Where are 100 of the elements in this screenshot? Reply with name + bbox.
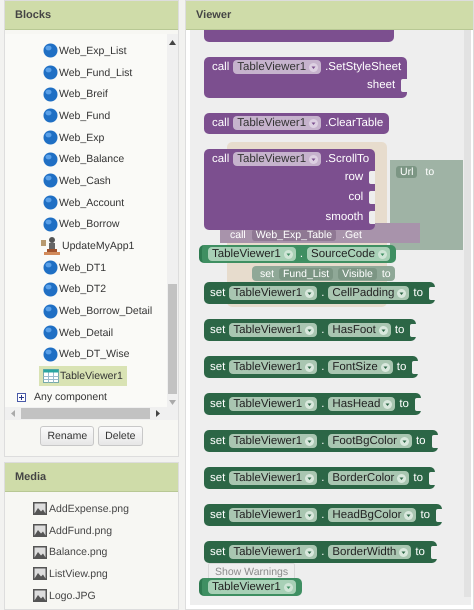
setter-block[interactable]: set TableViewer1 . CellPadding to	[204, 282, 435, 304]
scrollbar[interactable]	[167, 34, 178, 407]
input-socket[interactable]	[429, 286, 435, 300]
input-socket[interactable]	[436, 508, 442, 522]
scrollbar[interactable]	[464, 30, 471, 597]
tree-item[interactable]: Web_DT_Wise	[43, 344, 134, 364]
input-socket[interactable]	[410, 324, 416, 336]
separator-dot: .	[321, 398, 324, 410]
component-dropdown[interactable]: TableViewer1	[208, 580, 296, 594]
setter-block[interactable]: set TableViewer1 . FontSize to	[204, 356, 418, 378]
call-block[interactable]: call TableViewer1 .ClearTable	[204, 113, 390, 134]
tree-item[interactable]: Web_Account	[43, 192, 128, 213]
caret-icon	[399, 548, 408, 556]
rename-button[interactable]: Rename	[40, 426, 94, 446]
media-file[interactable]: Balance.png	[49, 546, 108, 558]
tree-item[interactable]: UpdateMyApp1	[43, 236, 138, 256]
tree-item[interactable]: Web_Balance	[43, 149, 128, 170]
block-keyword: to	[416, 435, 426, 447]
component-dropdown[interactable]: TableViewer1	[208, 247, 296, 261]
tree-item[interactable]: Web_DT1	[43, 258, 110, 278]
component-dropdown[interactable]: TableViewer1	[233, 60, 322, 74]
tree-item[interactable]: Web_DT2	[43, 279, 110, 300]
getter-block[interactable]: TableViewer1	[199, 578, 302, 596]
tree-item[interactable]: Web_Exp	[43, 128, 108, 148]
input-socket[interactable]	[412, 360, 418, 374]
caret-icon	[378, 250, 387, 258]
block-keyword: call	[212, 61, 230, 73]
tree-item[interactable]: Web_Borrow	[43, 214, 124, 234]
image-file-icon	[33, 567, 47, 580]
setter-block[interactable]: set TableViewer1 . BorderColor to	[204, 467, 435, 489]
component-dropdown[interactable]: TableViewer1	[229, 323, 318, 337]
delete-button[interactable]: Delete	[98, 426, 143, 446]
getter-block[interactable]: TableViewer1 . SourceCode	[199, 245, 396, 263]
caret-icon	[400, 436, 409, 446]
caret-icon	[397, 474, 406, 482]
component-dropdown[interactable]: TableViewer1	[229, 545, 318, 559]
property-dropdown[interactable]: FontSize	[328, 360, 393, 374]
component-dropdown[interactable]: TableViewer1	[229, 360, 318, 374]
globe-icon	[43, 195, 58, 210]
tree-item[interactable]: Web_Detail	[43, 322, 118, 343]
caret-icon	[305, 326, 314, 334]
component-dropdown[interactable]: TableViewer1	[233, 152, 322, 166]
faded-keyword: call	[230, 229, 246, 241]
property-dropdown[interactable]: HeadBgColor	[328, 508, 416, 522]
tree-item[interactable]: Web_Cash	[43, 170, 115, 191]
caret-icon	[378, 326, 388, 334]
faded-keyword: set	[260, 268, 274, 280]
property-dropdown[interactable]: BorderColor	[328, 471, 410, 485]
setter-block[interactable]: set TableViewer1 . FootBgColor to	[204, 430, 438, 452]
input-socket[interactable]	[369, 190, 376, 204]
setter-block[interactable]: set TableViewer1 . HasFoot to	[204, 319, 416, 341]
scrollbar[interactable]	[5, 407, 178, 420]
property-dropdown[interactable]: CellPadding	[328, 286, 410, 300]
component-dropdown[interactable]: TableViewer1	[229, 471, 318, 485]
tree-item[interactable]: Web_Breif	[43, 84, 112, 104]
tree-item[interactable]: Web_Fund_List	[43, 62, 136, 83]
tree-item[interactable]: Web_Borrow_Detail	[43, 301, 156, 322]
setter-block[interactable]: set TableViewer1 . BorderWidth to	[204, 541, 437, 563]
scrollbar-thumb[interactable]	[21, 408, 150, 419]
tree-item[interactable]: Web_Fund	[43, 106, 114, 126]
input-socket[interactable]	[369, 170, 376, 184]
faded-method: .Get	[342, 229, 362, 241]
globe-icon	[43, 216, 58, 232]
input-socket[interactable]	[432, 434, 438, 448]
tree-item[interactable]: Web_Exp_List	[43, 40, 131, 61]
input-socket[interactable]	[401, 78, 408, 92]
separator-dot: .	[321, 287, 324, 299]
media-file[interactable]: AddExpense.png	[49, 502, 129, 515]
property-dropdown[interactable]: HasHead	[328, 397, 396, 411]
component-dropdown[interactable]: TableViewer1	[229, 397, 318, 411]
caret-icon	[309, 118, 318, 128]
setter-block[interactable]: set TableViewer1 . HeadBgColor to	[204, 504, 442, 526]
component-dropdown[interactable]: TableViewer1	[229, 434, 318, 448]
property-dropdown[interactable]: SourceCode	[307, 247, 390, 261]
setter-block[interactable]: set TableViewer1 . HasHead to	[204, 393, 421, 415]
call-block[interactable]: call TableViewer1 .SetStyleSheet sheet	[204, 57, 408, 98]
input-socket[interactable]	[430, 546, 437, 558]
scrollbar-thumb[interactable]	[168, 284, 177, 394]
media-file[interactable]: Logo.JPG	[49, 590, 96, 602]
media-file[interactable]: AddFund.png	[49, 524, 112, 537]
globe-icon	[43, 108, 58, 124]
expand-icon[interactable]	[17, 392, 26, 402]
scroll-up-icon[interactable]	[169, 40, 176, 45]
tree-item[interactable]: Any component	[34, 391, 107, 403]
caret-icon	[305, 362, 314, 372]
component-dropdown[interactable]: TableViewer1	[229, 508, 318, 522]
input-socket[interactable]	[369, 210, 376, 224]
component-dropdown[interactable]: TableViewer1	[233, 116, 322, 130]
component-dropdown[interactable]: TableViewer1	[229, 286, 318, 300]
tree-item[interactable]: TableViewer1	[39, 366, 127, 386]
property-dropdown[interactable]: BorderWidth	[328, 545, 412, 559]
input-socket[interactable]	[428, 472, 435, 484]
block-keyword: set	[210, 398, 226, 410]
property-dropdown[interactable]: HasFoot	[328, 323, 391, 337]
separator-dot: .	[321, 361, 324, 373]
media-file[interactable]: ListView.png	[49, 568, 108, 580]
call-block[interactable]: call TableViewer1 .ScrollTo row col smooth	[204, 149, 376, 230]
property-dropdown[interactable]: FootBgColor	[328, 434, 412, 448]
scroll-right-icon[interactable]	[156, 410, 160, 417]
input-socket[interactable]	[414, 398, 421, 410]
